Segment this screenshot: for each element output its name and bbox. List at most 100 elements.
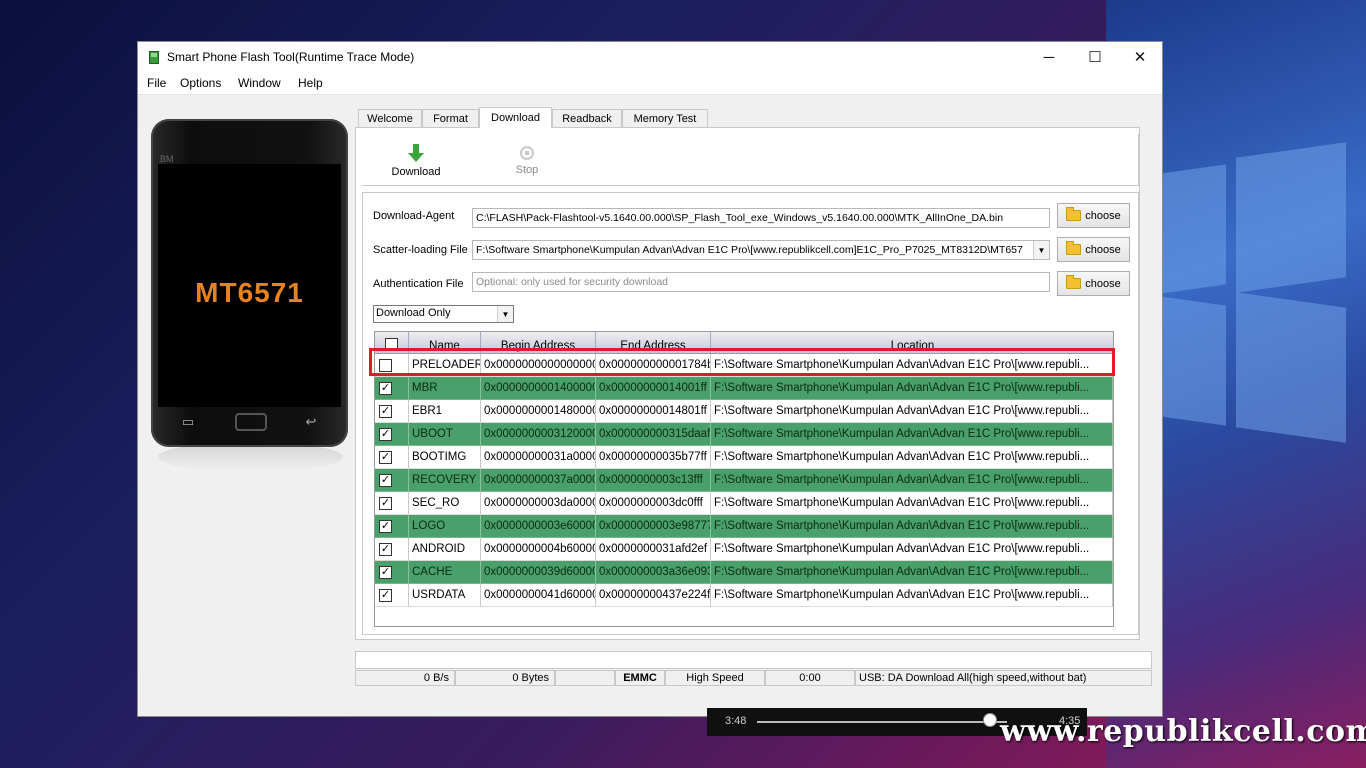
- scatter-file-combo[interactable]: F:\Software Smartphone\Kumpulan Advan\Ad…: [472, 240, 1050, 260]
- partition-checkbox[interactable]: [379, 358, 392, 372]
- partition-checkbox[interactable]: ✓: [379, 542, 392, 556]
- table-row[interactable]: ✓ BOOTIMG 0x00000000031a0000 0x00000000035b…: [375, 446, 1113, 469]
- header-end-address[interactable]: End Address: [596, 332, 711, 353]
- partition-checkbox[interactable]: ✓: [379, 519, 392, 533]
- begin-address: 0x0000000004b60000: [481, 538, 596, 561]
- partition-name: SEC_RO: [409, 492, 481, 515]
- chevron-down-icon[interactable]: ▼: [1033, 241, 1049, 259]
- table-row[interactable]: PRELOADER 0x0000000000000000 0x00000000000…: [375, 354, 1113, 377]
- folder-icon: [1066, 275, 1082, 289]
- stop-icon: [520, 146, 534, 160]
- status-storage-type: EMMC: [615, 670, 665, 686]
- status-usb-info: USB: DA Download All(high speed,without …: [855, 670, 1152, 686]
- begin-address: 0x0000000001400000: [481, 377, 596, 400]
- choose-download-agent-button[interactable]: choose: [1057, 203, 1130, 228]
- partition-checkbox[interactable]: ✓: [379, 427, 392, 441]
- media-seek-track[interactable]: [757, 721, 1007, 723]
- menu-options[interactable]: Options: [180, 76, 221, 90]
- window-title: Smart Phone Flash Tool(Runtime Trace Mod…: [167, 50, 415, 64]
- partition-location: F:\Software Smartphone\Kumpulan Advan\Ad…: [711, 492, 1113, 515]
- table-row[interactable]: ✓ RECOVERY 0x00000000037a0000 0x0000000003c…: [375, 469, 1113, 492]
- close-button[interactable]: ✕: [1117, 42, 1163, 72]
- header-name[interactable]: Name: [409, 332, 481, 353]
- header-begin-address[interactable]: Begin Address: [481, 332, 596, 353]
- partition-checkbox[interactable]: ✓: [379, 404, 392, 418]
- maximize-button[interactable]: ☐: [1072, 42, 1118, 72]
- menu-bar: File Options Window Help: [138, 72, 1162, 95]
- partition-name: USRDATA: [409, 584, 481, 607]
- tab-download[interactable]: Download: [479, 107, 552, 128]
- partition-checkbox[interactable]: ✓: [379, 473, 392, 487]
- partition-location: F:\Software Smartphone\Kumpulan Advan\Ad…: [711, 377, 1113, 400]
- partition-checkbox[interactable]: ✓: [379, 588, 392, 602]
- begin-address: 0x0000000003e60000: [481, 515, 596, 538]
- download-button[interactable]: Download: [386, 144, 446, 178]
- tab-format[interactable]: Format: [422, 109, 479, 127]
- partition-name: LOGO: [409, 515, 481, 538]
- partition-name: RECOVERY: [409, 469, 481, 492]
- download-settings: Download-Agent C:\FLASH\Pack-Flashtool-v…: [362, 192, 1139, 635]
- header-location[interactable]: Location: [711, 332, 1113, 353]
- media-current-time: 3:48: [725, 715, 747, 727]
- menu-key-icon: ▭: [181, 414, 195, 429]
- stop-button[interactable]: Stop: [497, 144, 557, 176]
- authentication-file-label: Authentication File: [373, 278, 464, 290]
- partition-checkbox[interactable]: ✓: [379, 496, 392, 510]
- watermark-text: www.republikcell.com: [1000, 714, 1366, 749]
- home-key-icon: [235, 413, 267, 431]
- checkbox-cell: ✓: [375, 561, 409, 584]
- menu-window[interactable]: Window: [238, 76, 281, 90]
- checkbox-cell: ✓: [375, 423, 409, 446]
- choose-scatter-file-button[interactable]: choose: [1057, 237, 1130, 262]
- download-label: Download: [391, 166, 441, 178]
- checkbox-cell: ✓: [375, 584, 409, 607]
- partition-location: F:\Software Smartphone\Kumpulan Advan\Ad…: [711, 515, 1113, 538]
- partition-location: F:\Software Smartphone\Kumpulan Advan\Ad…: [711, 423, 1113, 446]
- download-arrow-icon: [408, 144, 424, 162]
- table-row[interactable]: ✓ UBOOT 0x0000000003120000 0x000000000315da…: [375, 423, 1113, 446]
- end-address: 0x00000000035b77ff: [596, 446, 711, 469]
- tab-readback[interactable]: Readback: [552, 109, 622, 127]
- title-bar[interactable]: Smart Phone Flash Tool(Runtime Trace Mod…: [138, 42, 1162, 72]
- partition-location: F:\Software Smartphone\Kumpulan Advan\Ad…: [711, 446, 1113, 469]
- partition-name: BOOTIMG: [409, 446, 481, 469]
- table-row[interactable]: ✓ USRDATA 0x0000000041d60000 0x00000000437e…: [375, 584, 1113, 607]
- begin-address: 0x0000000041d60000: [481, 584, 596, 607]
- tab-welcome[interactable]: Welcome: [358, 109, 422, 127]
- authentication-file-field[interactable]: Optional: only used for security downloa…: [472, 272, 1050, 292]
- app-icon: [149, 51, 159, 64]
- choose-label: choose: [1085, 277, 1121, 290]
- select-all-header[interactable]: [375, 332, 409, 353]
- media-seek-knob[interactable]: [983, 713, 997, 727]
- progress-bar: [355, 651, 1152, 669]
- chevron-down-icon[interactable]: ▼: [497, 306, 513, 322]
- chip-label: MT6571: [195, 277, 304, 308]
- checkbox-cell: ✓: [375, 515, 409, 538]
- flash-tool-window: Smart Phone Flash Tool(Runtime Trace Mod…: [137, 41, 1163, 717]
- tab-memory-test[interactable]: Memory Test: [622, 109, 708, 127]
- table-row[interactable]: ✓ EBR1 0x0000000001480000 0x00000000014801f…: [375, 400, 1113, 423]
- partition-checkbox[interactable]: ✓: [379, 450, 392, 464]
- table-row[interactable]: ✓ SEC_RO 0x0000000003da0000 0x0000000003dc0…: [375, 492, 1113, 515]
- table-row[interactable]: ✓ MBR 0x0000000001400000 0x00000000014001ff…: [375, 377, 1113, 400]
- end-address: 0x00000000014801ff: [596, 400, 711, 423]
- partition-checkbox[interactable]: ✓: [379, 565, 392, 579]
- minimize-button[interactable]: ─: [1026, 42, 1072, 72]
- table-row[interactable]: ✓ ANDROID 0x0000000004b60000 0x0000000031af…: [375, 538, 1113, 561]
- select-all-checkbox[interactable]: [385, 338, 398, 351]
- checkbox-cell: ✓: [375, 492, 409, 515]
- status-bytes: 0 Bytes: [455, 670, 555, 686]
- menu-help[interactable]: Help: [298, 76, 323, 90]
- table-row[interactable]: ✓ LOGO 0x0000000003e60000 0x0000000003e9877…: [375, 515, 1113, 538]
- partition-location: F:\Software Smartphone\Kumpulan Advan\Ad…: [711, 400, 1113, 423]
- partition-checkbox[interactable]: ✓: [379, 381, 392, 395]
- phone-brand: BM: [160, 154, 174, 164]
- menu-file[interactable]: File: [147, 76, 166, 90]
- table-row[interactable]: ✓ CACHE 0x0000000039d60000 0x000000003a36e0…: [375, 561, 1113, 584]
- download-agent-field[interactable]: C:\FLASH\Pack-Flashtool-v5.1640.00.000\S…: [472, 208, 1050, 228]
- choose-authentication-file-button[interactable]: choose: [1057, 271, 1130, 296]
- download-mode-select[interactable]: Download Only ▼: [373, 305, 514, 323]
- back-key-icon: ↩: [305, 414, 317, 429]
- end-address: 0x0000000003e98777: [596, 515, 711, 538]
- end-address: 0x000000000001784b: [596, 354, 711, 377]
